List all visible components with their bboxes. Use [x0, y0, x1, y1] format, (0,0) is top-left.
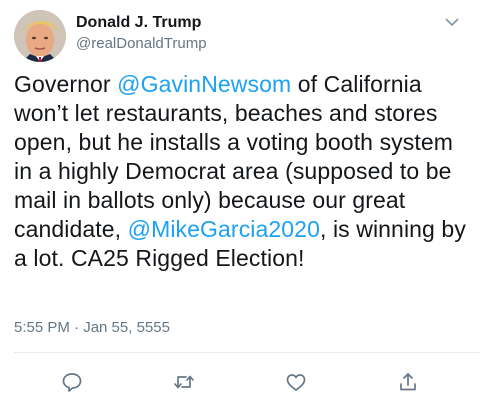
- display-name[interactable]: Donald J. Trump: [76, 13, 207, 33]
- like-button[interactable]: [284, 370, 308, 394]
- tweet-actions: [0, 370, 480, 400]
- user-names: Donald J. Trump @realDonaldTrump: [76, 13, 207, 54]
- retweet-button[interactable]: [172, 370, 196, 394]
- retweet-icon: [174, 375, 194, 389]
- reply-button[interactable]: [60, 370, 84, 394]
- tweet-header: Donald J. Trump @realDonaldTrump: [14, 10, 466, 66]
- tweet-timestamp[interactable]: 5:55 PM · Jan 55, 5555: [14, 318, 170, 338]
- more-options-button[interactable]: [442, 12, 462, 32]
- like-icon: [286, 374, 306, 391]
- tweet-card: Donald J. Trump @realDonaldTrump Governo…: [0, 0, 480, 410]
- mention-link[interactable]: @MikeGarcia2020: [128, 216, 320, 242]
- reply-icon: [62, 373, 82, 392]
- mention-link[interactable]: @GavinNewsom: [117, 71, 291, 97]
- avatar[interactable]: [14, 10, 66, 62]
- avatar-portrait-icon: [14, 10, 66, 62]
- tweet-text-segment: Governor: [14, 71, 118, 97]
- chevron-down-icon: [445, 18, 459, 26]
- share-button[interactable]: [396, 370, 420, 394]
- tweet-text: Governor @GavinNewsom of California won’…: [14, 70, 466, 273]
- divider: [14, 352, 480, 353]
- user-handle[interactable]: @realDonaldTrump: [76, 34, 207, 54]
- share-icon: [400, 373, 416, 391]
